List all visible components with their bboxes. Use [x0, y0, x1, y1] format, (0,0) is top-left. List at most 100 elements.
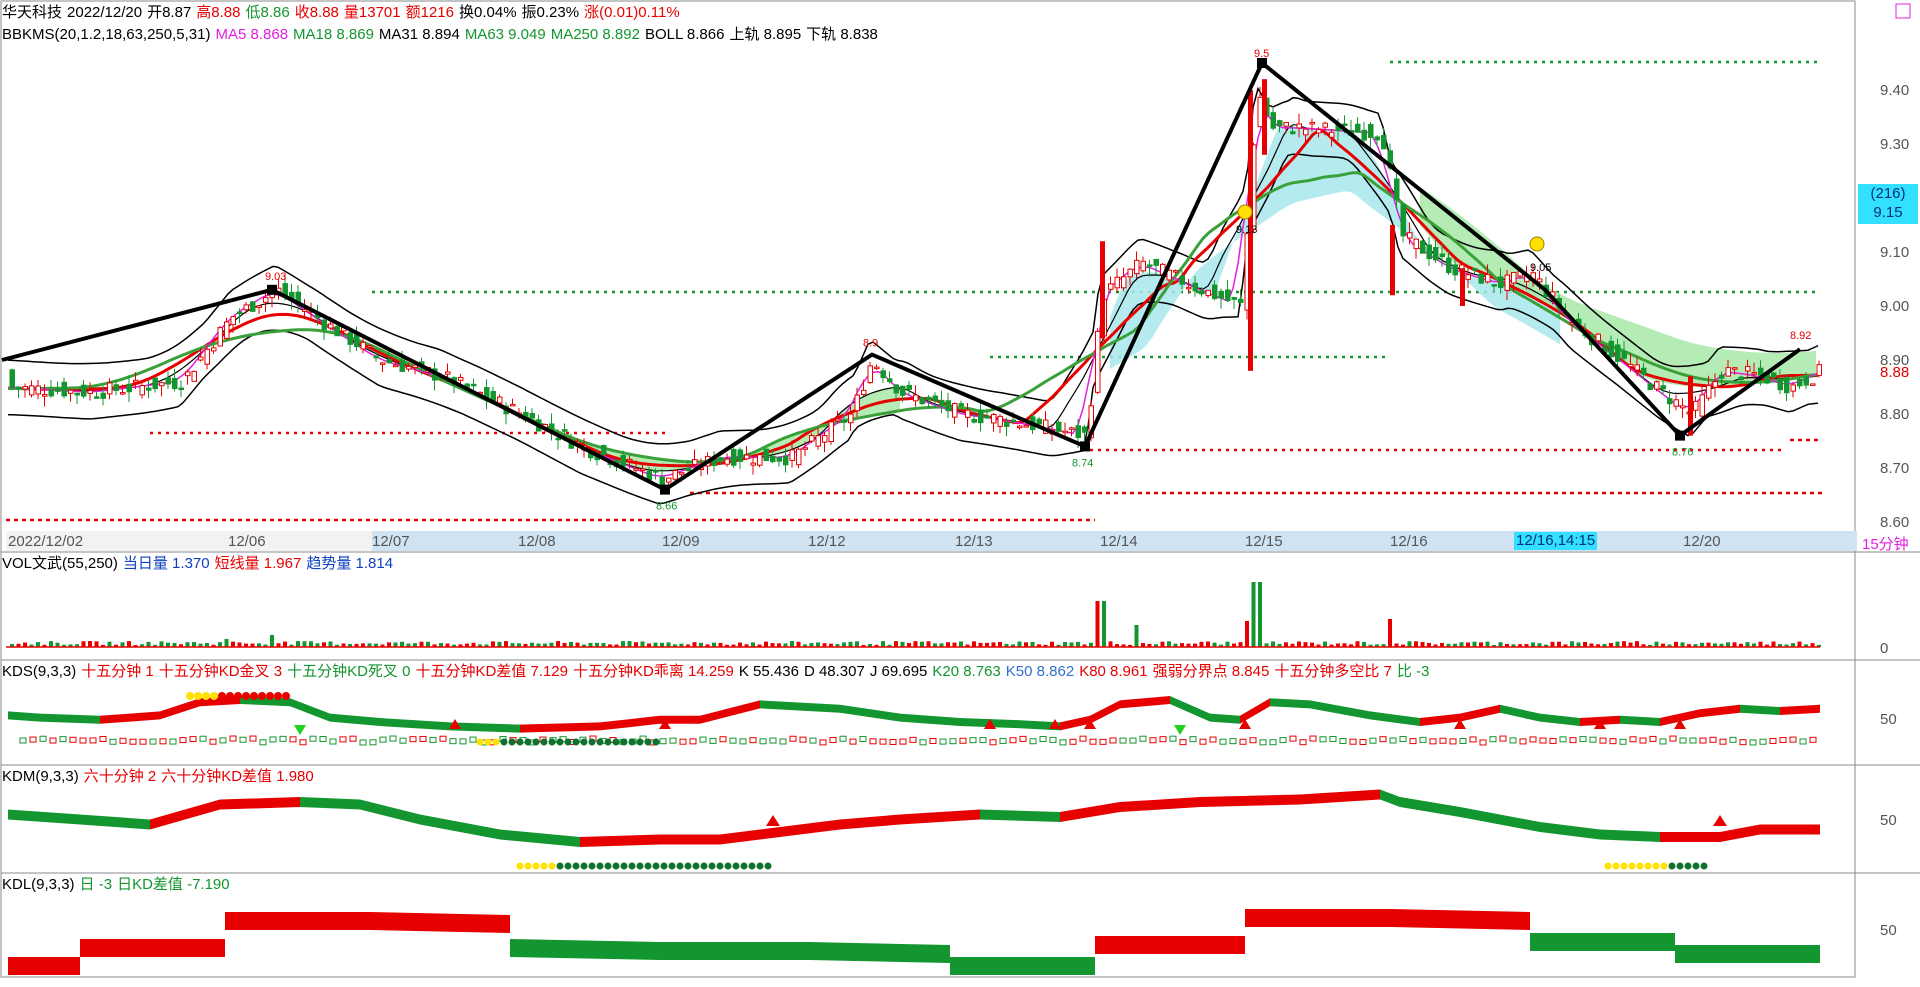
kds-bar: [1469, 736, 1477, 743]
kds-k50: K50 8.862: [1005, 663, 1075, 680]
candle-body: [146, 387, 152, 391]
kds-bar: [1329, 735, 1337, 742]
volume-bar: [49, 641, 53, 647]
kds-bar: [69, 736, 77, 743]
candle-body: [1673, 399, 1679, 407]
candle-body: [204, 348, 210, 365]
candle-body: [1621, 351, 1627, 359]
kds-signal-dot: [266, 692, 274, 700]
kds-signal-dot: [500, 738, 508, 746]
price-tick-label: 8.80: [1880, 406, 1909, 423]
candle-body: [1712, 381, 1718, 388]
candle-body: [1777, 378, 1783, 391]
candle-body: [1790, 384, 1796, 392]
volume-bar: [309, 641, 313, 647]
kds-bar: [39, 735, 47, 742]
kdm-ribbon-seg: [1200, 794, 1300, 807]
settings-icon[interactable]: [1895, 3, 1911, 19]
kds-bar: [1409, 738, 1417, 745]
kdl-ribbon-seg: [1530, 933, 1675, 951]
candle-body: [783, 455, 789, 466]
candle-body: [1355, 123, 1361, 133]
volume-bar: [972, 641, 976, 647]
candle-body: [1771, 372, 1777, 378]
kds-v2: 十五分钟KD金叉 3: [158, 663, 283, 680]
candle-body: [334, 325, 340, 337]
volume-bar: [926, 641, 931, 647]
kds-bar: [1169, 735, 1177, 742]
kds-bar: [379, 736, 387, 743]
kdm-signal-dot: [660, 862, 668, 870]
volume-bar: [1017, 641, 1022, 647]
candle-body: [393, 364, 399, 368]
kds-bar: [919, 739, 927, 746]
volume-bar: [1134, 625, 1139, 647]
kds-bi: 比 -3: [1396, 663, 1430, 680]
volume-bar: [270, 635, 274, 647]
candle-body: [945, 400, 951, 412]
kds-bar: [1689, 737, 1697, 744]
kds-bar: [1639, 737, 1647, 744]
candle-body: [256, 305, 262, 308]
candle-body: [1173, 270, 1179, 273]
date-tick-label: 12/13: [955, 533, 993, 550]
candle-body: [29, 385, 35, 396]
kds-bar: [1349, 738, 1357, 745]
date-tick-label: 12/15: [1245, 533, 1283, 550]
candle-body: [1491, 284, 1497, 287]
kds-bar: [29, 736, 37, 743]
volume-bar: [1271, 641, 1275, 647]
candle-body: [1199, 290, 1205, 295]
candle-body: [932, 395, 938, 402]
kds-signal-dot: [572, 738, 580, 746]
volume-bar: [640, 641, 645, 647]
kds-bar: [409, 736, 417, 743]
candle-body: [906, 384, 912, 390]
kds-signal-dot: [524, 738, 532, 746]
candle-body: [347, 332, 353, 345]
kds-ribbon-seg: [1620, 715, 1660, 726]
green-cloud-1: [330, 326, 900, 471]
kds-bar: [1059, 739, 1067, 746]
candle-body: [913, 394, 919, 402]
kdm-ribbon-seg: [980, 809, 1060, 822]
kds-bar: [1239, 738, 1247, 745]
candle-body: [1322, 122, 1328, 128]
kdm-signal-dot: [620, 862, 628, 870]
zigzag-node: [1675, 430, 1685, 441]
candle-body: [757, 454, 763, 466]
candle-body: [68, 389, 74, 394]
volume-bar: [848, 641, 853, 647]
volume-bar: [1583, 641, 1587, 647]
price-tick-label: 9.00: [1880, 298, 1909, 315]
chart-canvas[interactable]: 9.03 8.66 8.9 8.74 9.5 9.13 9.05 8.92 8.76 9.40 9…: [0, 0, 1920, 987]
crosshair-date-box: 12/16,14:15: [1514, 532, 1598, 550]
volume-bar: [1622, 641, 1626, 647]
kds-signal-dot: [540, 738, 548, 746]
kds-ribbon-seg: [600, 715, 660, 731]
kds-bar: [229, 735, 237, 742]
volume-bar: [920, 641, 924, 647]
kds-bar: [769, 737, 777, 744]
volume-bar: [1258, 582, 1262, 647]
volume-bar: [1063, 641, 1067, 647]
volume-bar: [1407, 641, 1412, 647]
kdm-signal-dot: [1644, 862, 1652, 870]
kds-bar: [99, 735, 107, 742]
volume-bar: [1102, 601, 1106, 647]
candle-body: [1153, 258, 1159, 266]
kds-bar: [1449, 738, 1457, 745]
candle-body: [692, 459, 698, 465]
candle-body: [919, 397, 925, 405]
kds-bar: [109, 738, 117, 745]
period-selector[interactable]: 15分钟: [1862, 533, 1909, 554]
candle-body: [978, 409, 984, 424]
candle-body: [1390, 225, 1395, 296]
volume-bar: [1557, 641, 1561, 647]
kds-bar: [279, 735, 287, 742]
kdm-v2: 六十分钟KD差值 1.980: [161, 768, 314, 785]
kdm-signal-dot: [1692, 862, 1700, 870]
annotation-p3: 8.9: [863, 338, 878, 350]
candle-body: [653, 470, 659, 473]
kdm-ribbon-seg: [1060, 802, 1120, 822]
